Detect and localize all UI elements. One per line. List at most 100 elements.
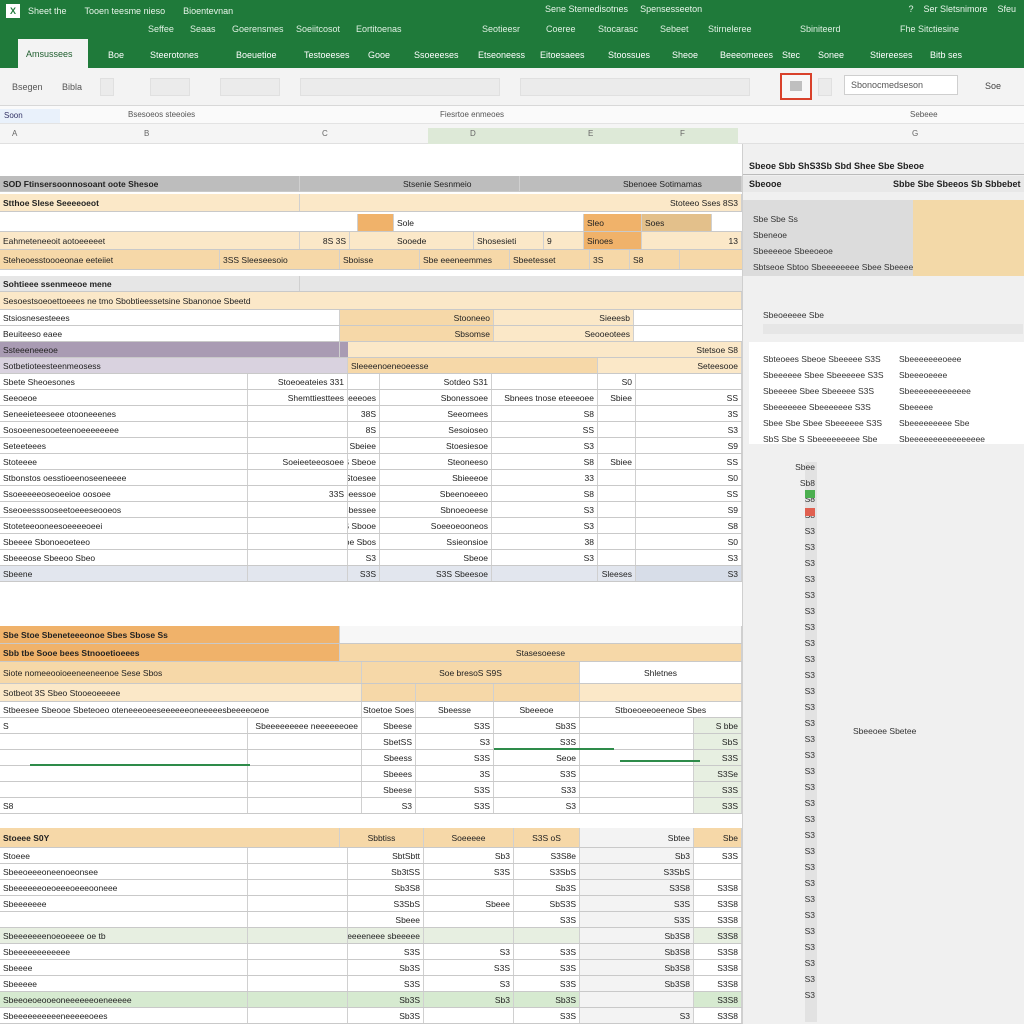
- ribbon-tab[interactable]: Sheoe: [664, 45, 706, 68]
- window-control[interactable]: Sfeu: [997, 4, 1016, 14]
- cell[interactable]: [248, 470, 348, 485]
- cell[interactable]: S3S: [424, 960, 514, 975]
- cell[interactable]: Sbeeeee: [0, 976, 248, 991]
- cell[interactable]: [580, 766, 694, 781]
- section-title[interactable]: Sbe Stoe Sbeneteeeonoe Sbes Sbose Ss: [0, 626, 340, 643]
- cell[interactable]: SS: [636, 390, 742, 405]
- cell[interactable]: S3S8e: [514, 848, 580, 863]
- cell[interactable]: S3S: [514, 976, 580, 991]
- cell[interactable]: S3S: [694, 848, 742, 863]
- cell[interactable]: S3S8: [580, 880, 694, 895]
- cell[interactable]: S3S: [416, 782, 494, 797]
- ribbon-tab[interactable]: Testoeeses: [296, 45, 358, 68]
- cell[interactable]: [248, 896, 348, 911]
- cell[interactable]: 3S: [636, 406, 742, 421]
- cell[interactable]: Sbeee: [424, 896, 514, 911]
- ribbon-tab[interactable]: Etseoneess: [470, 45, 533, 68]
- cell[interactable]: Ssoeeeeeoseoeeioe oosoee: [0, 486, 248, 501]
- cell[interactable]: Sole: [394, 214, 584, 231]
- cell[interactable]: Sbeeee: [0, 960, 248, 975]
- cell[interactable]: S3S: [416, 798, 494, 813]
- cell[interactable]: [248, 976, 348, 991]
- cell[interactable]: S0: [598, 374, 636, 389]
- cell[interactable]: Seeoeoe: [0, 390, 248, 405]
- cell[interactable]: Sooede: [394, 232, 474, 249]
- excel-app-icon[interactable]: X: [6, 4, 20, 18]
- toolbar-label[interactable]: Bibla: [62, 82, 82, 92]
- cell[interactable]: S3: [424, 944, 514, 959]
- cell[interactable]: SSS Sbooe: [348, 518, 380, 533]
- cell[interactable]: Beuiteeso eaee: [0, 326, 340, 341]
- menu-item[interactable]: Stocarasc: [598, 24, 638, 34]
- cell[interactable]: Sbiee: [598, 390, 636, 405]
- cell[interactable]: Sb3S8: [580, 976, 694, 991]
- cell[interactable]: Soes: [642, 214, 712, 231]
- cell[interactable]: [494, 684, 580, 701]
- cell[interactable]: Sleo: [584, 214, 642, 231]
- cell[interactable]: S3S: [580, 912, 694, 927]
- cell[interactable]: [248, 566, 348, 581]
- cell[interactable]: Sb3tSS: [348, 864, 424, 879]
- section-title-mid[interactable]: Stsenie Sesnmeio: [400, 176, 520, 191]
- cell[interactable]: Stasesoeese: [340, 644, 742, 661]
- cell[interactable]: S3S8: [694, 960, 742, 975]
- cell[interactable]: SS: [636, 454, 742, 469]
- menu-item[interactable]: Coeree: [546, 24, 576, 34]
- format-group[interactable]: [300, 78, 500, 96]
- section-sub[interactable]: Stthoe Slese Seeeeoeot: [0, 194, 300, 211]
- pane-list-item[interactable]: Sbeeeeee Sbee Sbeeeeee S3S: [763, 370, 884, 380]
- cell[interactable]: Sboisse: [340, 250, 420, 269]
- styles-group[interactable]: [520, 78, 750, 96]
- cell[interactable]: S3S: [416, 718, 494, 733]
- cell[interactable]: S8: [630, 250, 680, 269]
- pane-list-value[interactable]: Sbeeeeeeeee Sbe: [899, 418, 969, 428]
- formula-text[interactable]: Sebeee: [910, 110, 938, 119]
- cell[interactable]: Sbeessoe: [348, 486, 380, 501]
- cell[interactable]: Sbeeeeeeeee neeeeeeoee: [248, 718, 362, 733]
- cell[interactable]: S8: [492, 454, 598, 469]
- ribbon-tab[interactable]: Ssoeeeses: [406, 45, 467, 68]
- cell[interactable]: [248, 864, 348, 879]
- formula-text[interactable]: Fiesrtoe enmeoes: [440, 110, 504, 119]
- pane-list-value[interactable]: Sbeeeeeeeeeeeeeeee: [899, 434, 985, 444]
- cell[interactable]: S3S: [494, 734, 580, 749]
- cell[interactable]: [348, 374, 380, 389]
- cell[interactable]: S3S: [514, 944, 580, 959]
- cell[interactable]: [248, 848, 348, 863]
- cell[interactable]: Stoesee: [348, 470, 380, 485]
- cell[interactable]: [248, 782, 362, 797]
- cell[interactable]: Ssteeeneeeoe: [0, 342, 340, 357]
- cell[interactable]: [248, 928, 348, 943]
- cell[interactable]: [0, 750, 248, 765]
- cell[interactable]: [248, 912, 348, 927]
- column-header[interactable]: S3S oS: [514, 828, 580, 847]
- cell[interactable]: 3S: [590, 250, 630, 269]
- section-sub[interactable]: Sesoestsoeoettoeees ne tmo Sbobtieessets…: [0, 292, 742, 309]
- cell[interactable]: S3: [494, 798, 580, 813]
- cell[interactable]: Shosesieti: [474, 232, 544, 249]
- settings-icon[interactable]: [818, 78, 832, 96]
- column-header[interactable]: Soeeeee: [424, 828, 514, 847]
- cell[interactable]: [492, 374, 598, 389]
- cell[interactable]: S0: [636, 470, 742, 485]
- cell[interactable]: Sieeesb: [494, 310, 634, 325]
- toolbar-label[interactable]: Bsegen: [12, 82, 43, 92]
- cell[interactable]: S8: [492, 486, 598, 501]
- cell[interactable]: Stoeeeoes: [348, 390, 380, 405]
- cell[interactable]: [580, 684, 742, 701]
- cell[interactable]: [598, 550, 636, 565]
- cell[interactable]: Sb3S8: [580, 944, 694, 959]
- cell[interactable]: 8S: [348, 422, 380, 437]
- cell[interactable]: 9: [544, 232, 584, 249]
- title-bar-item[interactable]: Sheet the: [28, 6, 67, 16]
- title-bar-item[interactable]: Tooen teesme nieso: [85, 6, 166, 16]
- cell[interactable]: Seeomees: [380, 406, 492, 421]
- cell[interactable]: S8: [492, 406, 598, 421]
- column-label[interactable]: C: [322, 129, 328, 138]
- cell[interactable]: S3S: [348, 566, 380, 581]
- cell[interactable]: 33: [492, 470, 598, 485]
- cell[interactable]: 3S: [416, 766, 494, 781]
- cell[interactable]: [248, 944, 348, 959]
- cell[interactable]: S3: [636, 566, 742, 581]
- cell[interactable]: Sb3: [580, 848, 694, 863]
